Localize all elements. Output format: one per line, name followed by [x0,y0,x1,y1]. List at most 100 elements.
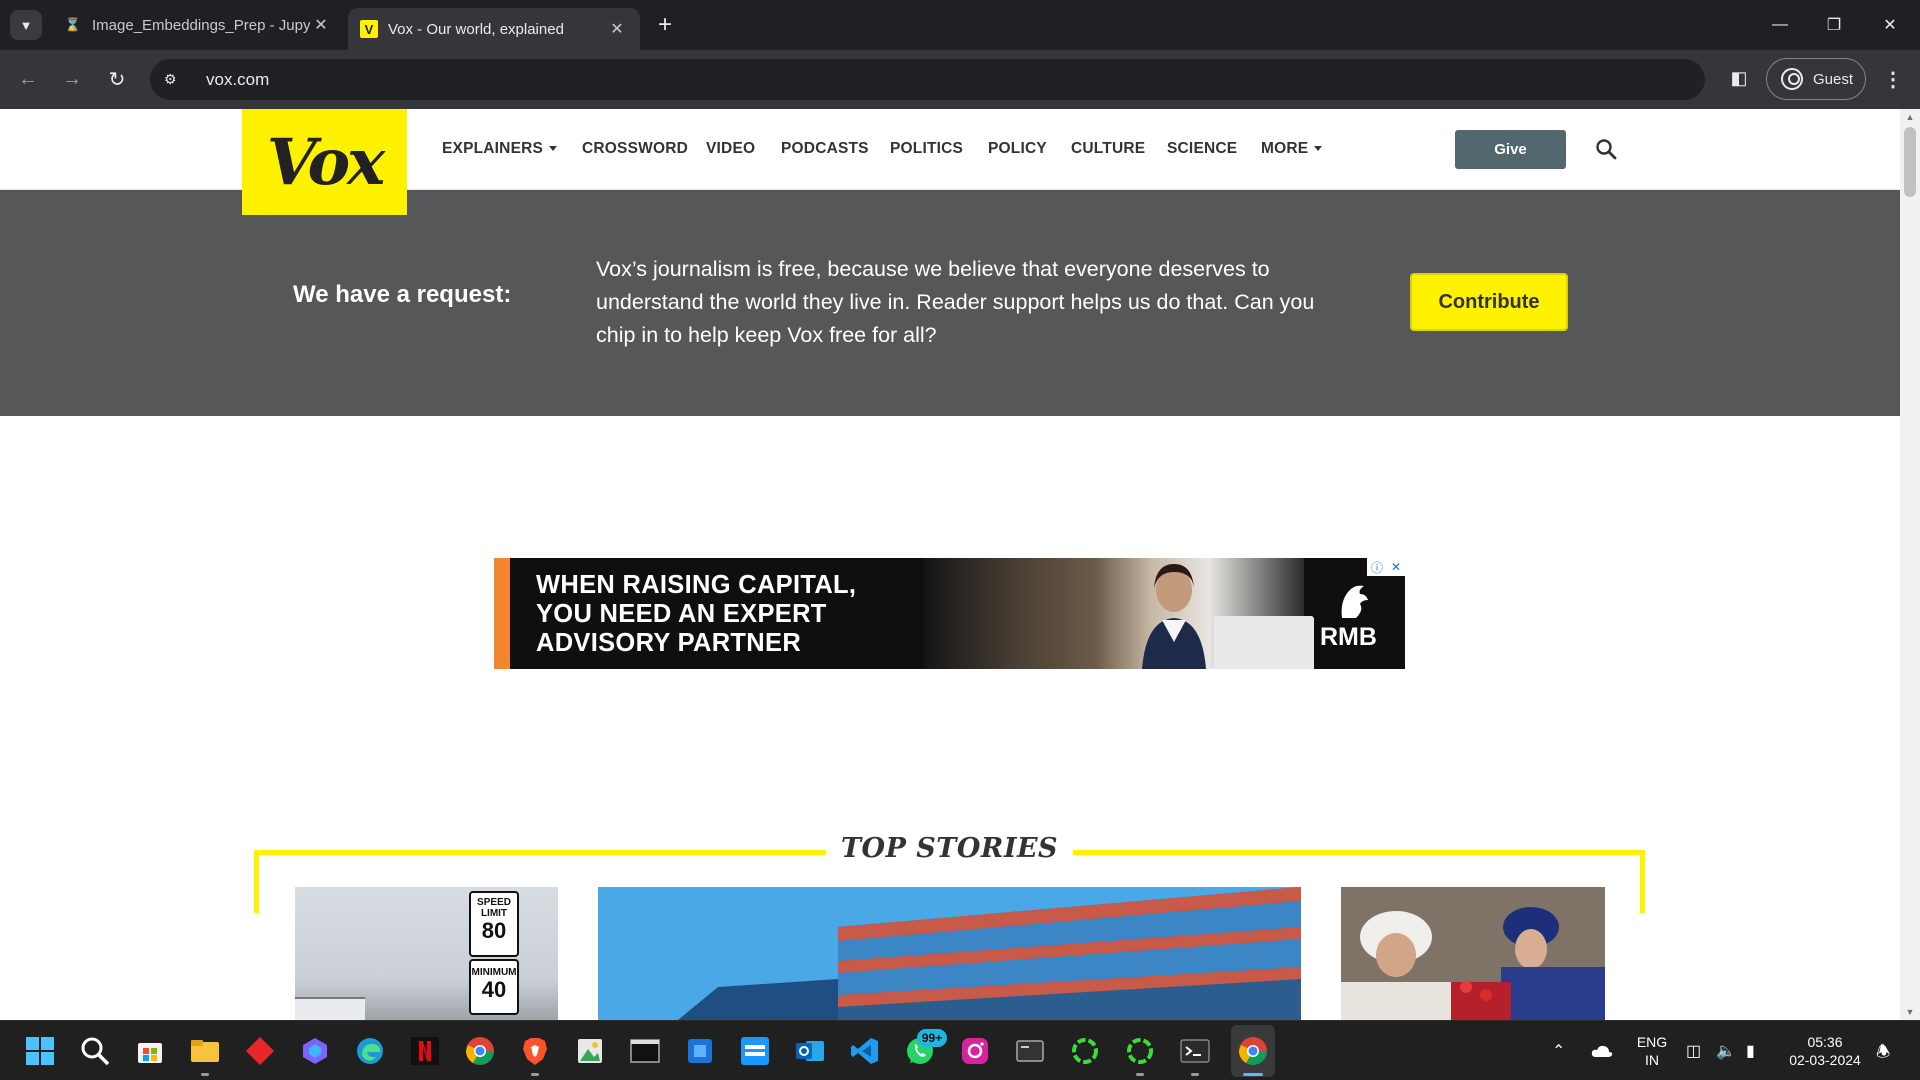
nav-video[interactable]: VIDEO [706,140,755,158]
ad-headline-line: WHEN RAISING CAPITAL, [536,571,857,599]
running-indicator [1191,1073,1199,1076]
command-prompt-icon[interactable] [629,1035,661,1067]
nav-label: PODCASTS [781,140,869,157]
scroll-down-icon[interactable]: ▼ [1900,1004,1920,1020]
microsoft-store-icon[interactable] [134,1035,166,1067]
speed-limit-sign: SPEED LIMIT 80 [469,891,519,957]
clock[interactable]: 05:36 02-03-2024 [1780,1033,1870,1069]
restore-button[interactable]: ❐ [1806,0,1862,50]
ad-choices[interactable]: ⓘ ✕ [1367,558,1405,576]
more-menu-icon[interactable]: ⋮ [1880,63,1906,95]
windows-start-icon[interactable] [24,1035,56,1067]
chevron-up-icon[interactable]: ⌃ [1552,1041,1565,1061]
contribute-button[interactable]: Contribute [1410,273,1568,331]
clock-date: 02-03-2024 [1789,1052,1861,1068]
brave-browser-icon[interactable] [519,1035,551,1067]
back-button[interactable]: ← [11,62,45,96]
language-line: ENG [1636,1034,1668,1050]
close-tab-icon[interactable]: ✕ [310,15,332,35]
instagram-icon[interactable] [959,1035,991,1067]
ad-headline-line: YOU NEED AN EXPERT [536,600,827,628]
scrollbar-thumb[interactable] [1904,127,1916,197]
edge-browser-icon[interactable] [354,1035,386,1067]
nav-label: CULTURE [1071,140,1146,157]
info-icon[interactable]: ⓘ [1371,559,1383,576]
language-indicator[interactable]: ENG IN [1632,1033,1672,1069]
prime-video-icon[interactable] [739,1035,771,1067]
request-banner: We have a request: Vox’s journalism is f… [0,190,1900,416]
copilot-icon[interactable] [299,1035,331,1067]
clock-time: 05:36 [1807,1034,1843,1050]
ad-person-image [1142,564,1206,669]
close-window-button[interactable]: ✕ [1862,0,1918,50]
search-icon[interactable] [79,1035,111,1067]
onedrive-cloud-icon[interactable] [1590,1043,1614,1059]
windows-terminal-icon[interactable] [1179,1035,1211,1067]
side-panel-icon[interactable]: ◧ [1724,63,1754,93]
ad-headline: WHEN RAISING CAPITAL, YOU NEED AN EXPERT… [536,571,856,658]
advertisement-banner[interactable]: WHEN RAISING CAPITAL, YOU NEED AN EXPERT… [494,558,1405,669]
browser-tab-vox[interactable]: V Vox - Our world, explained ✕ [348,8,640,50]
tab-title: Image_Embeddings_Prep - Jupyter [92,16,310,34]
story-image-speed-limit[interactable]: SPEED LIMIT 80 MINIMUM 40 [295,887,558,1020]
scroll-up-icon[interactable]: ▲ [1900,109,1920,125]
nav-more[interactable]: MORE [1261,140,1323,158]
green-ring-app-icon[interactable] [1069,1035,1101,1067]
notification-bell-icon[interactable]: 🕭 [1876,1041,1890,1068]
chrome-active-icon[interactable] [1237,1035,1269,1067]
new-tab-button[interactable]: + [650,10,680,40]
give-button[interactable]: Give [1455,130,1566,169]
nav-politics[interactable]: POLITICS [890,140,963,158]
caret-down-icon [549,146,558,152]
search-icon[interactable] [1594,137,1618,161]
nav-culture[interactable]: CULTURE [1071,140,1145,158]
vox-logo[interactable]: Vox [242,109,407,215]
minimum-speed-sign: MINIMUM 40 [469,959,519,1015]
nav-explainers[interactable]: EXPLAINERS [442,140,558,158]
battery-icon[interactable]: ▮ [1746,1041,1755,1061]
close-tab-icon[interactable]: ✕ [606,19,628,39]
site-info-icon[interactable]: ⚙ [164,71,186,88]
app-red-diamond-icon[interactable] [244,1035,276,1067]
nav-label: SCIENCE [1167,140,1238,157]
network-icon[interactable]: ◫ [1686,1041,1701,1061]
story-image-building[interactable] [598,887,1301,1020]
ad-laptop-image [1214,616,1314,669]
tab-title: Vox - Our world, explained [388,20,564,38]
photos-app-icon[interactable] [574,1035,606,1067]
rmb-lion-logo-icon [1341,585,1368,618]
address-bar[interactable]: ⚙ vox.com [150,59,1705,100]
minimize-button[interactable]: — [1752,0,1808,50]
close-ad-icon[interactable]: ✕ [1391,560,1401,574]
chrome-icon[interactable] [464,1035,496,1067]
story-image-crowd[interactable] [1341,887,1605,1020]
nav-label: EXPLAINERS [442,140,544,157]
nav-crossword[interactable]: CROSSWORD [582,140,688,158]
vscode-icon[interactable] [849,1035,881,1067]
page-scrollbar[interactable]: ▲ ▼ [1900,109,1920,1020]
outlook-icon[interactable] [794,1035,826,1067]
volume-muted-icon[interactable]: 🔈 [1716,1041,1736,1061]
sign-value: 80 [481,918,507,943]
sign-text: SPEED [477,897,511,908]
active-indicator [1243,1073,1263,1076]
nav-science[interactable]: SCIENCE [1167,140,1237,158]
reload-button[interactable]: ↻ [100,62,134,96]
nav-label: POLICY [988,140,1047,157]
profile-button[interactable]: Guest [1766,58,1866,100]
green-ring-app-icon-2[interactable] [1124,1035,1156,1067]
nav-podcasts[interactable]: PODCASTS [781,140,869,158]
url-text: vox.com [206,69,270,89]
terminal-window-icon[interactable] [1014,1035,1046,1067]
file-explorer-icon[interactable] [189,1035,221,1067]
nav-policy[interactable]: POLICY [988,140,1047,158]
windows-app-icon[interactable] [684,1035,716,1067]
running-indicator [531,1073,539,1076]
top-stories-frame [254,850,259,913]
request-body: Vox’s journalism is free, because we bel… [596,257,1315,347]
tab-search-button[interactable]: ▼ [10,10,42,40]
nav-label: POLITICS [890,140,964,157]
netflix-icon[interactable] [409,1035,441,1067]
browser-tab-jupyter[interactable]: ⌛ Image_Embeddings_Prep - Jupyter ✕ [52,8,344,42]
forward-button[interactable]: → [55,62,89,96]
